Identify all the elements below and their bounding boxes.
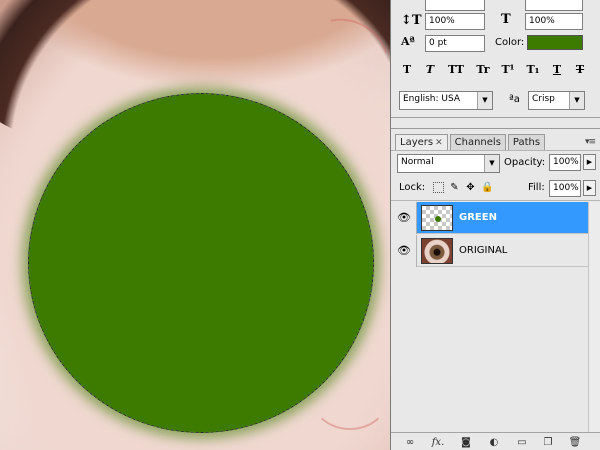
document-canvas[interactable]	[0, 0, 390, 450]
tab-channels-label: Channels	[454, 137, 501, 148]
green-dot	[435, 216, 441, 222]
lock-image-brush-icon[interactable]: ✎	[449, 182, 460, 193]
eye-icon[interactable]: 👁	[395, 242, 413, 260]
superscript-button[interactable]: T¹	[501, 63, 515, 76]
new-layer-icon[interactable]: ❐	[541, 436, 555, 449]
baseline-shift-icon: Aª	[401, 35, 415, 48]
strikethrough-button[interactable]: T	[574, 63, 586, 76]
language-value: English: USA	[403, 94, 461, 104]
subscript-button[interactable]: T₁	[526, 63, 540, 76]
green-iris-selection[interactable]	[28, 93, 374, 433]
color-label: Color:	[495, 37, 525, 48]
divider	[391, 200, 600, 201]
trash-icon[interactable]: 🗑	[568, 436, 582, 449]
horizontal-scale-icon: T	[501, 12, 511, 27]
opacity-label: Opacity:	[504, 157, 546, 168]
antialias-dropdown[interactable]: Crisp ▼	[528, 91, 585, 110]
panel-dock: ↕T 100% T 100% Aª 0 pt Color: T T TT Tr …	[390, 0, 600, 450]
fx-icon[interactable]: fx.	[431, 436, 445, 449]
baseline-shift-field[interactable]: 0 pt	[425, 35, 485, 52]
opacity-arrow-icon[interactable]: ▶	[583, 154, 596, 170]
language-dropdown[interactable]: English: USA ▼	[399, 91, 493, 110]
layer-thumbnail	[421, 205, 453, 231]
eye-icon[interactable]: 👁	[395, 209, 413, 227]
character-panel: ↕T 100% T 100% Aª 0 pt Color: T T TT Tr …	[391, 0, 600, 118]
fill-arrow-icon[interactable]: ▶	[583, 180, 596, 196]
horizontal-scale-field[interactable]: 100%	[525, 13, 583, 30]
fill-field[interactable]: 100%	[549, 180, 581, 197]
text-color-swatch[interactable]	[527, 35, 583, 50]
lock-all-icon[interactable]: 🔒	[481, 182, 493, 193]
faux-bold-button[interactable]: T	[401, 63, 413, 76]
layer-row-original[interactable]: 👁 ORIGINAL	[391, 235, 588, 267]
vertical-scale-field[interactable]: 100%	[425, 13, 485, 30]
layers-footer: ∞ fx. ◙ ◐ ▭ ❐ 🗑	[391, 432, 600, 450]
tab-paths[interactable]: Paths	[507, 134, 546, 151]
tab-paths-label: Paths	[512, 137, 541, 148]
layer-row-green[interactable]: 👁 GREEN	[391, 202, 588, 234]
text-style-buttons: T T TT Tr T¹ T₁ T T	[401, 63, 586, 76]
panel-menu-icon[interactable]: ▾≡	[585, 137, 596, 147]
opacity-field[interactable]: 100%	[549, 154, 581, 171]
lock-label: Lock:	[399, 182, 426, 193]
divider	[391, 150, 600, 151]
tab-channels[interactable]: Channels	[449, 134, 506, 151]
antialias-value: Crisp	[532, 94, 555, 104]
layer-name[interactable]: GREEN	[459, 212, 497, 224]
visibility-cell: 👁	[391, 235, 417, 267]
lock-position-move-icon[interactable]: ✥	[465, 182, 476, 193]
layers-scrollbar[interactable]	[588, 202, 600, 432]
underline-button[interactable]: T	[551, 63, 563, 76]
blend-mode-dropdown[interactable]: Normal ▼	[397, 154, 500, 173]
visibility-cell: 👁	[391, 202, 417, 234]
tab-layers-label: Layers	[400, 137, 434, 148]
font-size-field[interactable]	[425, 0, 485, 11]
blend-mode-value: Normal	[401, 157, 434, 167]
layer-name[interactable]: ORIGINAL	[459, 245, 507, 257]
chevron-down-icon: ▼	[477, 92, 492, 109]
faux-italic-button[interactable]: T	[424, 63, 436, 76]
layer-thumbnail	[421, 238, 453, 264]
chevron-down-icon: ▼	[569, 92, 584, 109]
group-folder-icon[interactable]: ▭	[515, 436, 529, 449]
link-layers-icon[interactable]: ∞	[403, 436, 417, 449]
tab-layers[interactable]: Layers ✕	[395, 134, 448, 151]
small-caps-button[interactable]: Tr	[476, 63, 490, 76]
panel-tabs: Layers ✕ Channels Paths	[395, 134, 546, 151]
mask-icon[interactable]: ◙	[459, 436, 473, 449]
fill-label: Fill:	[528, 182, 545, 193]
all-caps-button[interactable]: TT	[447, 63, 465, 76]
leading-field[interactable]	[525, 0, 583, 11]
layers-panel: Layers ✕ Channels Paths ▾≡ Normal ▼ Opaci…	[391, 128, 600, 450]
antialias-icon: ªa	[509, 94, 520, 105]
vertical-scale-icon: ↕T	[401, 13, 422, 28]
close-icon[interactable]: ✕	[435, 138, 443, 148]
lock-transparent-icon[interactable]	[433, 182, 444, 193]
chevron-down-icon: ▼	[484, 155, 499, 172]
adjustment-icon[interactable]: ◐	[487, 436, 501, 449]
